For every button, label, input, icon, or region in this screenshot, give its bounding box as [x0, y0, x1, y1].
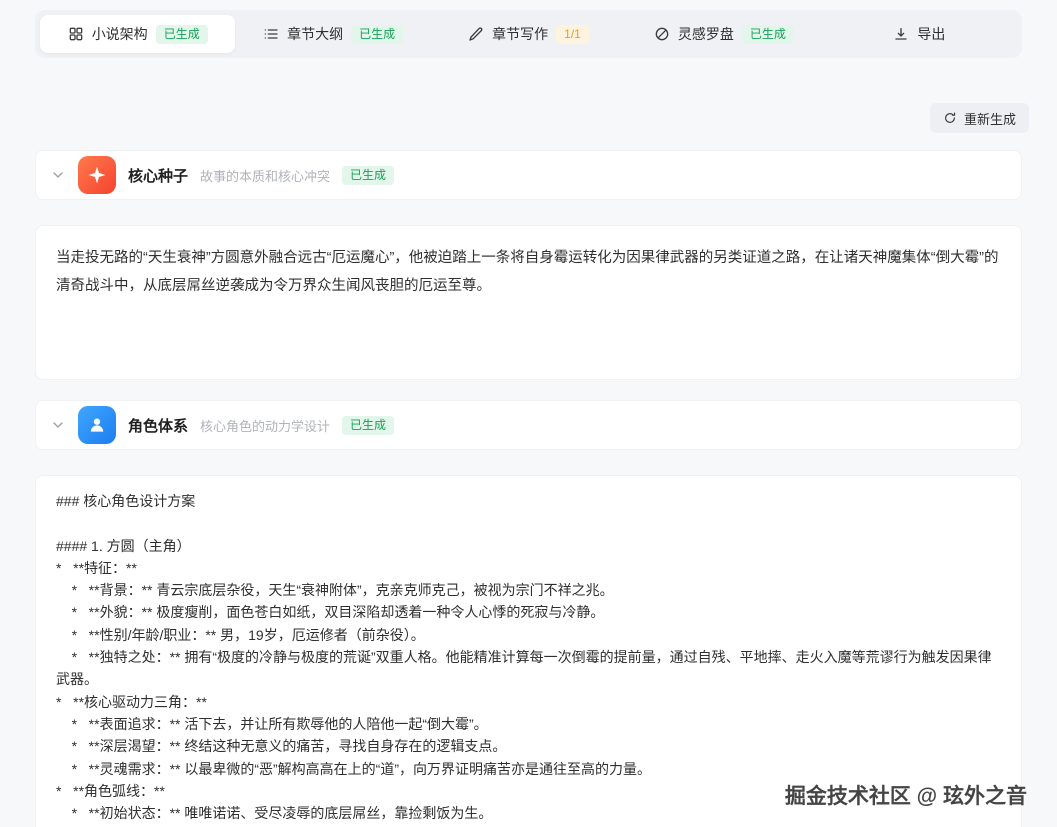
tab-chapter-outline[interactable]: 章节大纲 已生成	[235, 15, 430, 53]
person-icon	[78, 406, 116, 444]
status-badge: 已生成	[156, 25, 208, 44]
section-subtitle: 故事的本质和核心冲突	[200, 166, 330, 185]
chevron-down-icon[interactable]	[50, 417, 66, 433]
pen-icon	[468, 26, 484, 42]
status-badge: 已生成	[342, 416, 394, 435]
character-system-content: ### 核心角色设计方案 #### 1. 方圆（主角） * **特征：** * …	[35, 475, 1022, 827]
top-toolbar: 小说架构 已生成 章节大纲 已生成 章节写作 1/1 灵感罗盘 已生成 导出	[35, 10, 1022, 58]
tab-novel-architecture[interactable]: 小说架构 已生成	[40, 15, 235, 53]
section-subtitle: 核心角色的动力学设计	[200, 416, 330, 435]
status-badge: 已生成	[351, 25, 403, 44]
actions-row: 重新生成	[28, 103, 1029, 133]
core-seed-content: 当走投无路的“天生衰神”方圆意外融合远古“厄运魔心”，他被迫踏上一条将自身霉运转…	[35, 225, 1022, 380]
tab-label: 章节大纲	[287, 24, 343, 44]
chevron-down-icon[interactable]	[50, 167, 66, 183]
tab-label: 章节写作	[492, 24, 548, 44]
regenerate-button[interactable]: 重新生成	[930, 103, 1029, 133]
status-badge: 已生成	[342, 166, 394, 185]
regenerate-label: 重新生成	[964, 109, 1016, 128]
refresh-icon	[943, 111, 957, 125]
section-title: 核心种子	[128, 165, 188, 186]
section-header-character-system[interactable]: 角色体系 核心角色的动力学设计 已生成	[35, 400, 1022, 450]
tab-label: 灵感罗盘	[678, 24, 734, 44]
tab-inspiration-compass[interactable]: 灵感罗盘 已生成	[626, 15, 821, 53]
grid-icon	[68, 26, 84, 42]
tab-export[interactable]: 导出	[822, 15, 1017, 53]
status-badge: 已生成	[742, 25, 794, 44]
progress-badge: 1/1	[556, 25, 589, 44]
section-header-core-seed[interactable]: 核心种子 故事的本质和核心冲突 已生成	[35, 150, 1022, 200]
tab-label: 小说架构	[92, 24, 148, 44]
tab-chapter-writing[interactable]: 章节写作 1/1	[431, 15, 626, 53]
list-icon	[263, 26, 279, 42]
download-icon	[893, 26, 909, 42]
tab-label: 导出	[917, 24, 945, 44]
section-title: 角色体系	[128, 415, 188, 436]
seed-icon	[78, 156, 116, 194]
compass-icon	[654, 26, 670, 42]
